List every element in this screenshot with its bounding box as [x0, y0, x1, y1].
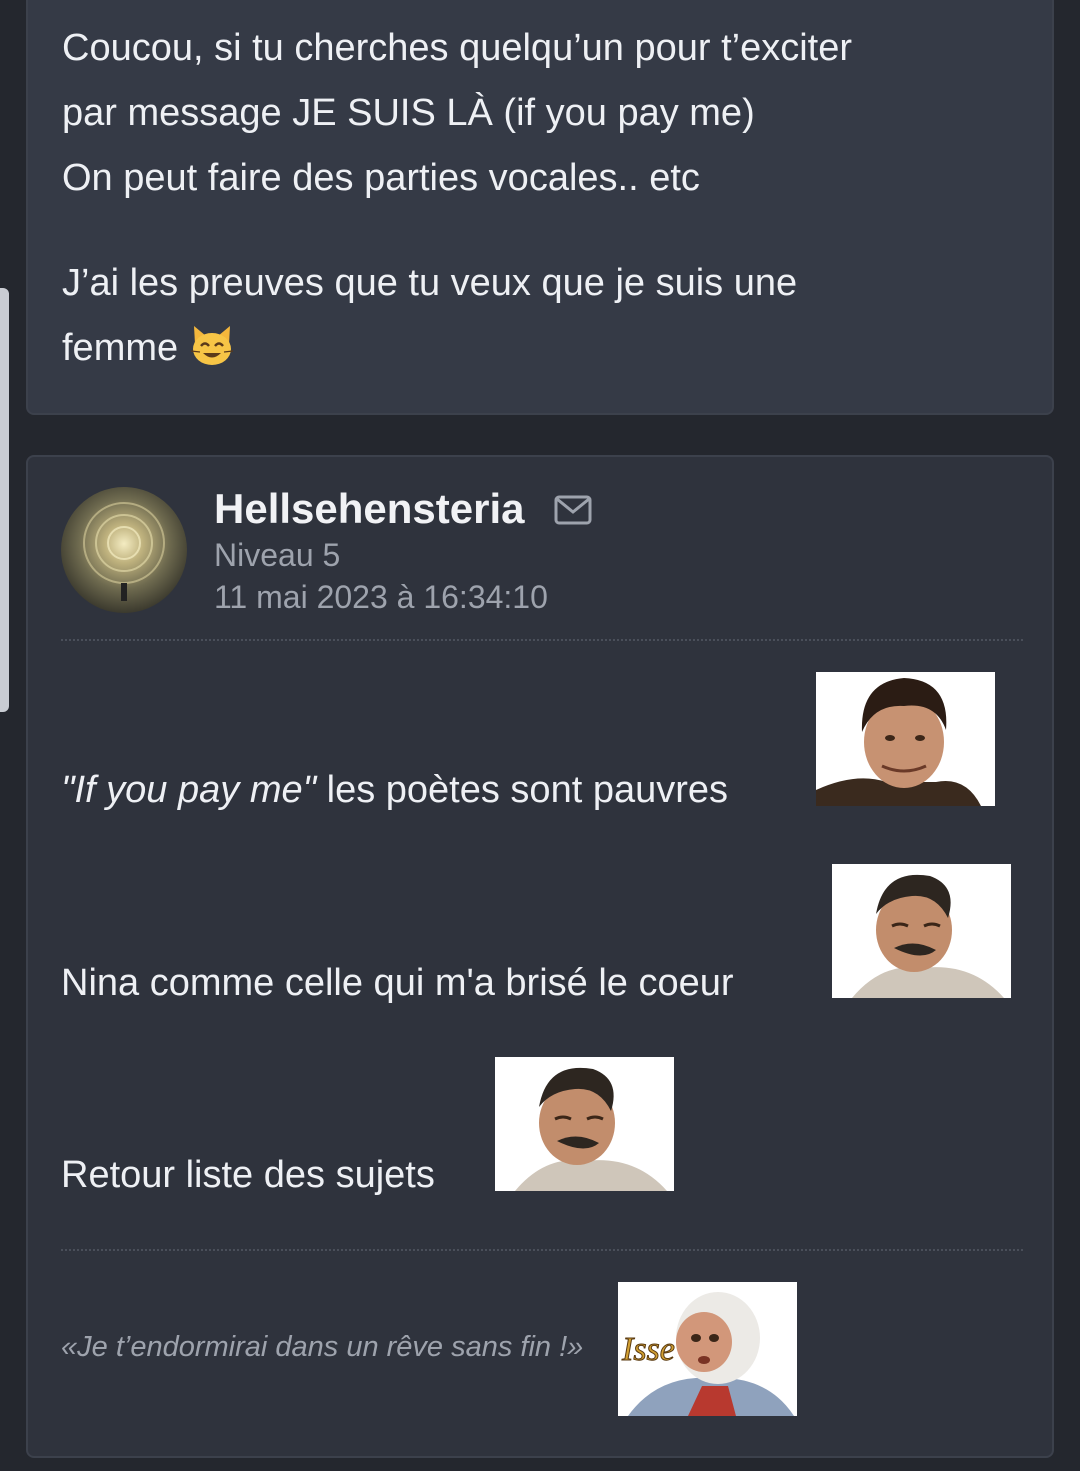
- signature-sticker-image: Isse: [618, 1282, 797, 1416]
- message-line: Retour liste des sujets: [61, 1154, 435, 1196]
- divider: [61, 639, 1023, 641]
- mail-icon[interactable]: [554, 495, 592, 525]
- message-quote: "If you pay me": [61, 769, 317, 811]
- post-text-line: femme: [62, 316, 1022, 381]
- scrollbar-handle[interactable]: [0, 288, 9, 712]
- author-username[interactable]: Hellsehensteria: [214, 485, 525, 533]
- signature-text: «Je t’endormirai dans un rêve sans fin !…: [61, 1331, 584, 1363]
- signature-divider: [61, 1249, 1023, 1251]
- post-text-line: J’ai les preuves que tu veux que je suis…: [62, 262, 798, 304]
- post-date[interactable]: 11 mai 2023 à 16:34:10: [214, 579, 548, 616]
- author-level: Niveau 5: [214, 537, 341, 573]
- sticker-image: [495, 1057, 674, 1191]
- isse-text: Isse: [621, 1331, 675, 1368]
- previous-post-card: Coucou, si tu cherches quelqu’un pour t’…: [26, 0, 1054, 415]
- message-text: les poètes sont pauvres: [316, 769, 729, 811]
- post-text: femme: [62, 327, 179, 369]
- post-text-line: On peut faire des parties vocales.. etc: [62, 157, 700, 199]
- message-line: Nina comme celle qui m'a brisé le coeur: [61, 962, 734, 1004]
- smiling-cat-emoji-icon: [190, 326, 233, 365]
- sticker-image: [832, 864, 1011, 998]
- avatar[interactable]: [61, 487, 187, 613]
- previous-post-body: Coucou, si tu cherches quelqu’un pour t’…: [62, 16, 1022, 381]
- post-text-line: Coucou, si tu cherches quelqu’un pour t’…: [62, 27, 853, 69]
- sticker-image: [816, 672, 995, 806]
- post-card: Hellsehensteria Niveau 5 11 mai 2023 à 1…: [26, 455, 1054, 1458]
- post-text-line: par message JE SUIS LÀ (if you pay me): [62, 92, 755, 134]
- message-line: "If you pay me" les poètes sont pauvres: [61, 769, 728, 812]
